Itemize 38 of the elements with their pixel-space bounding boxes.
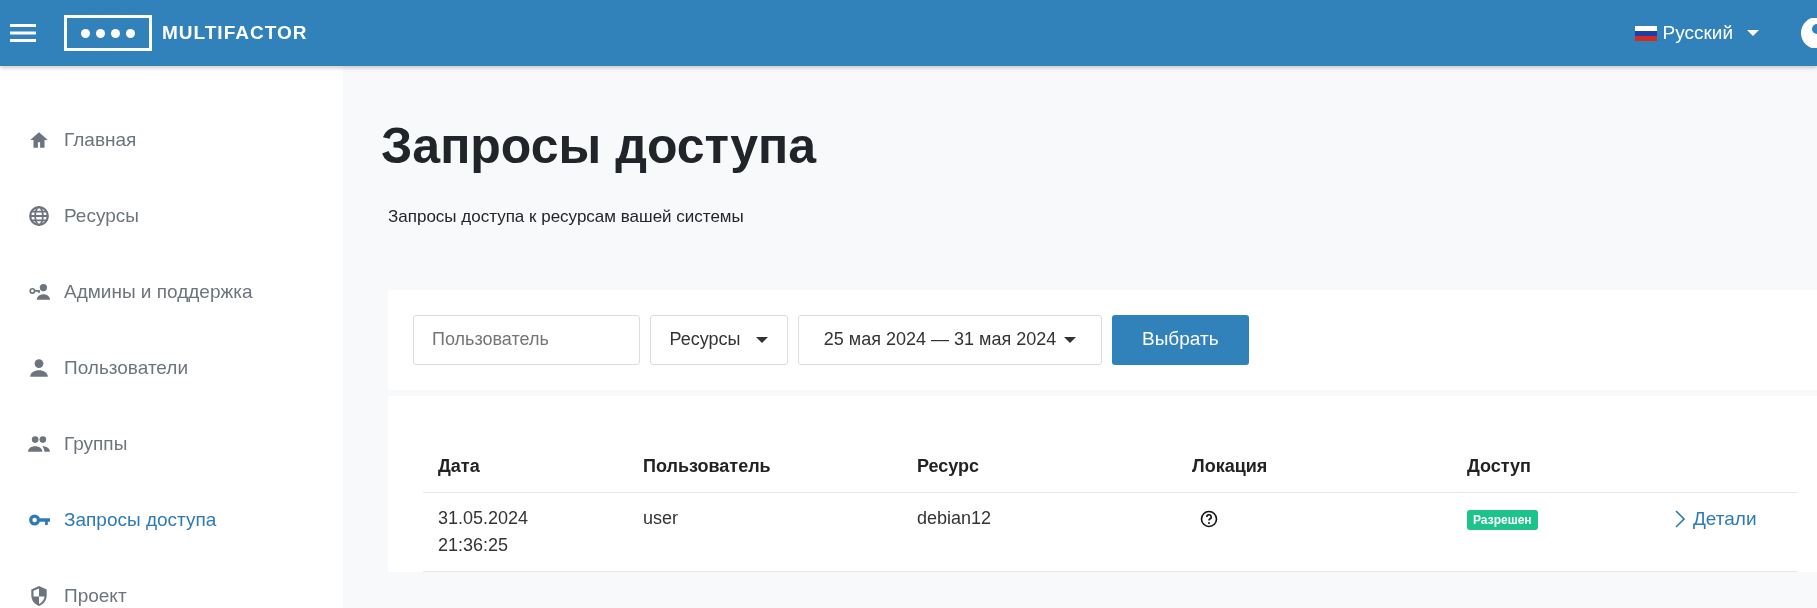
person-icon bbox=[28, 357, 50, 379]
sidebar-item[interactable]: Ресурсы bbox=[0, 178, 343, 254]
select-button[interactable]: Выбрать bbox=[1112, 314, 1249, 365]
column-header: Доступ bbox=[1466, 454, 1532, 478]
people-icon bbox=[28, 433, 50, 455]
date-range-dropdown[interactable]: 25 мая 2024 — 31 мая 2024 bbox=[798, 314, 1102, 365]
language-dropdown[interactable]: Русский bbox=[1634, 18, 1759, 48]
resources-dropdown[interactable]: Ресурсы bbox=[650, 314, 788, 365]
column-header: Ресурс bbox=[916, 454, 981, 478]
user-icon[interactable] bbox=[1799, 18, 1817, 48]
sidebar-item[interactable]: Группы bbox=[0, 406, 343, 482]
page-title: Запросы доступа bbox=[381, 117, 818, 176]
details-link[interactable]: Детали bbox=[1675, 504, 1757, 533]
menu-icon[interactable] bbox=[10, 23, 36, 43]
column-header: Локация bbox=[1191, 454, 1269, 478]
logo-icon bbox=[64, 15, 152, 51]
caret-icon bbox=[1064, 336, 1077, 343]
sidebar-item[interactable]: Проект bbox=[0, 558, 343, 608]
flag-icon bbox=[1634, 25, 1657, 41]
sidebar-item[interactable]: Пользователи bbox=[0, 330, 343, 406]
column-header: Дата bbox=[437, 454, 481, 478]
sidebar-item[interactable]: Главная bbox=[0, 102, 343, 178]
page-subtitle: Запросы доступа к ресурсам вашей системы bbox=[388, 206, 745, 228]
sidebar-item[interactable]: Запросы доступа bbox=[0, 482, 343, 558]
globe-icon bbox=[28, 205, 50, 227]
caret-icon bbox=[1747, 30, 1759, 36]
key-person-icon bbox=[28, 281, 50, 303]
caret-icon bbox=[756, 336, 769, 343]
date-cell-text: 31.05.2024 21:36:25 bbox=[437, 506, 530, 557]
logo-text: MULTIFACTOR bbox=[162, 20, 308, 45]
resource-cell-text: debian12 bbox=[916, 506, 993, 530]
question-icon bbox=[1200, 509, 1218, 528]
user-cell-text: user bbox=[642, 506, 679, 530]
access-status-badge: Разрешен bbox=[1467, 509, 1538, 530]
user-input-field[interactable]: Пользователь bbox=[413, 314, 640, 365]
chevron-right-icon bbox=[1675, 509, 1685, 528]
column-header: Пользователь bbox=[642, 454, 772, 478]
sidebar-item[interactable]: Админы и поддержка bbox=[0, 254, 343, 330]
